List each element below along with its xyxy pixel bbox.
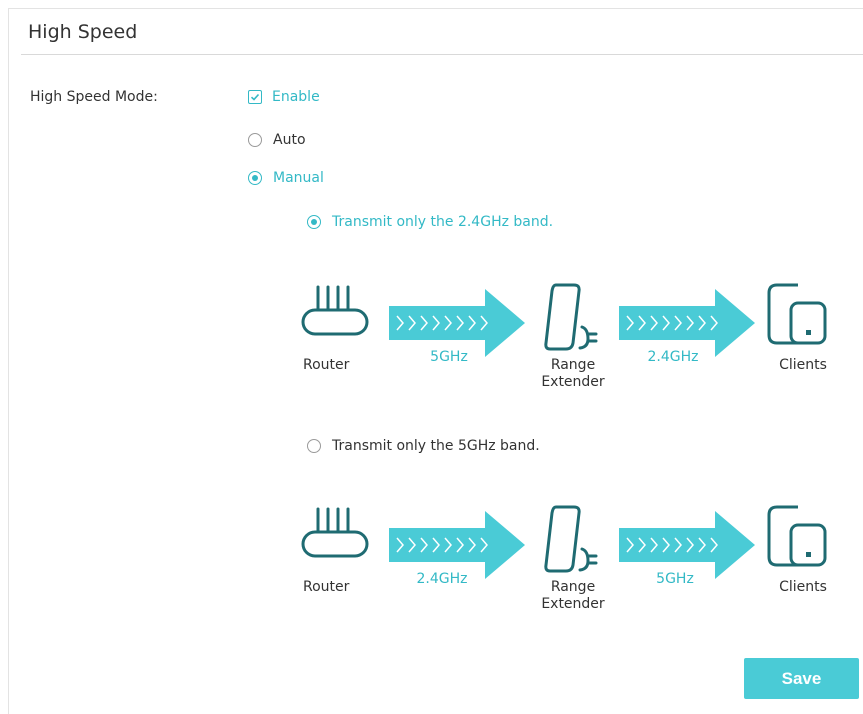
auto-radio[interactable]: Auto bbox=[248, 132, 306, 148]
link1-band-label: 2.4GHz bbox=[416, 571, 468, 587]
auto-label: Auto bbox=[273, 132, 306, 148]
extender-caption-line2: Extender bbox=[541, 374, 605, 390]
range-extender-icon bbox=[544, 505, 598, 573]
band-24ghz-radio[interactable]: Transmit only the 2.4GHz band. bbox=[307, 214, 553, 230]
clients-caption: Clients bbox=[779, 357, 827, 373]
arrow-icon bbox=[389, 511, 525, 579]
high-speed-panel: High Speed High Speed Mode: Enable Auto … bbox=[8, 8, 863, 714]
high-speed-mode-label: High Speed Mode: bbox=[30, 89, 158, 105]
link2-band-label: 2.4GHz bbox=[647, 349, 699, 365]
manual-label: Manual bbox=[273, 170, 324, 186]
section-title: High Speed bbox=[28, 21, 138, 43]
band-24ghz-label: Transmit only the 2.4GHz band. bbox=[332, 214, 554, 230]
radio-checked-icon bbox=[248, 171, 262, 185]
radio-unchecked-icon bbox=[307, 439, 321, 453]
router-icon bbox=[301, 285, 369, 336]
radio-unchecked-icon bbox=[248, 133, 262, 147]
range-extender-icon bbox=[544, 283, 598, 351]
arrow-icon bbox=[389, 289, 525, 357]
enable-label: Enable bbox=[272, 89, 320, 105]
title-divider bbox=[21, 54, 863, 55]
band-5ghz-diagram: Router 2.4GHz Range Extender 5GHz Client… bbox=[299, 493, 844, 633]
extender-caption-line1: Range bbox=[550, 579, 596, 595]
checkbox-checked-icon bbox=[248, 90, 262, 104]
clients-caption: Clients bbox=[779, 579, 827, 595]
router-icon bbox=[301, 507, 369, 558]
extender-caption-line2: Extender bbox=[541, 596, 605, 612]
link1-band-label: 5GHz bbox=[430, 349, 468, 365]
band-24ghz-diagram: Router 5GHz Range Extender 2.4GHz Client… bbox=[299, 271, 844, 411]
band-5ghz-radio[interactable]: Transmit only the 5GHz band. bbox=[307, 438, 540, 454]
clients-icon bbox=[767, 505, 827, 567]
radio-checked-icon bbox=[307, 215, 321, 229]
arrow-icon bbox=[619, 511, 755, 579]
clients-icon bbox=[767, 283, 827, 345]
router-caption: Router bbox=[303, 579, 350, 595]
link2-band-label: 5GHz bbox=[656, 571, 694, 587]
save-button[interactable]: Save bbox=[744, 658, 859, 699]
manual-radio[interactable]: Manual bbox=[248, 170, 324, 186]
arrow-icon bbox=[619, 289, 755, 357]
enable-checkbox[interactable]: Enable bbox=[248, 89, 320, 105]
extender-caption-line1: Range bbox=[550, 357, 596, 373]
band-5ghz-label: Transmit only the 5GHz band. bbox=[332, 438, 540, 454]
router-caption: Router bbox=[303, 357, 350, 373]
